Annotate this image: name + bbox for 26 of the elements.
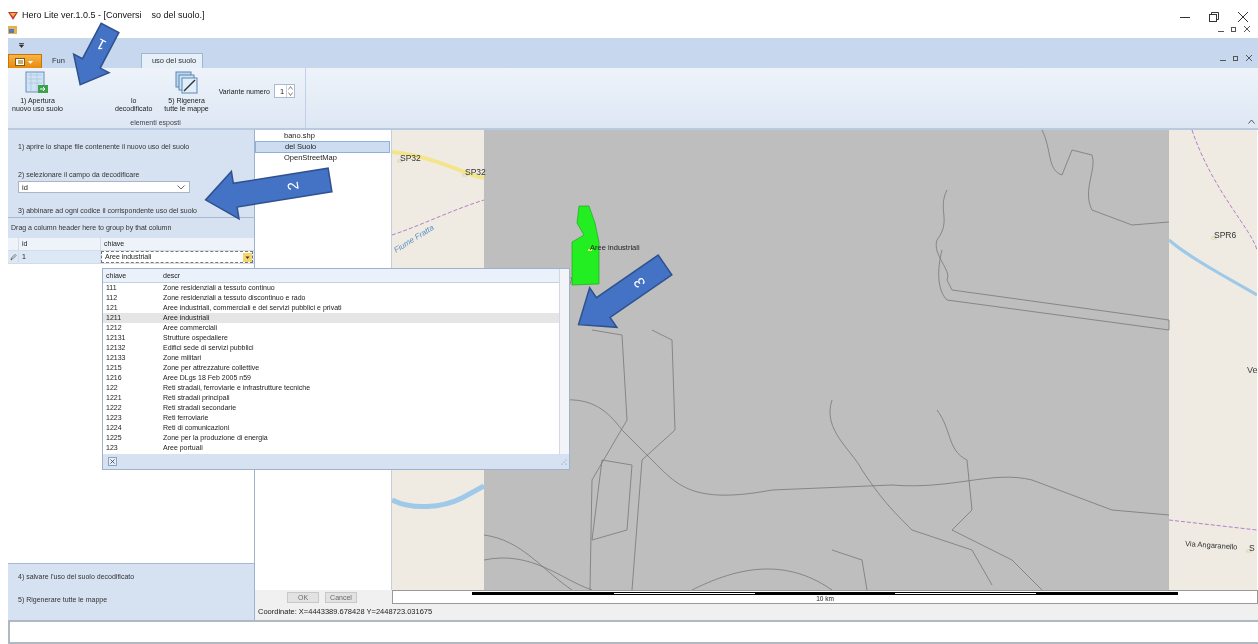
window-title: Hero Lite ver.1.0.5 - [Conversi bbox=[22, 10, 142, 20]
chevron-down-icon bbox=[177, 184, 185, 190]
window-title: so del suolo.] bbox=[151, 10, 205, 20]
restore-icon[interactable] bbox=[1209, 12, 1219, 22]
road-label: SPR6 bbox=[1211, 230, 1237, 240]
application-menu-button[interactable] bbox=[8, 54, 42, 68]
place-label: Ve bbox=[1247, 365, 1257, 375]
callout-arrow: 3 bbox=[577, 254, 673, 329]
close-popup-icon[interactable] bbox=[108, 457, 117, 466]
pencil-icon bbox=[9, 253, 17, 261]
app-logo-icon bbox=[8, 10, 18, 20]
close-icon[interactable] bbox=[1238, 12, 1248, 22]
customize-toolbar-icon[interactable] bbox=[19, 42, 24, 48]
road-label: S bbox=[1246, 543, 1255, 553]
close-icon[interactable] bbox=[1244, 26, 1250, 32]
callout-arrow: 2 bbox=[204, 167, 333, 221]
map-import-icon bbox=[25, 71, 50, 95]
road-label: SP32 bbox=[397, 153, 421, 163]
callout-arrow: 1 bbox=[72, 22, 120, 86]
restore-icon[interactable] bbox=[1231, 26, 1237, 32]
menu-icon bbox=[15, 57, 35, 66]
document-icon bbox=[8, 26, 17, 34]
road-label: SP32 bbox=[462, 167, 486, 177]
map-stack-icon bbox=[174, 71, 199, 95]
scrollbar[interactable] bbox=[559, 269, 569, 455]
collapse-ribbon-icon[interactable] bbox=[1248, 119, 1255, 124]
